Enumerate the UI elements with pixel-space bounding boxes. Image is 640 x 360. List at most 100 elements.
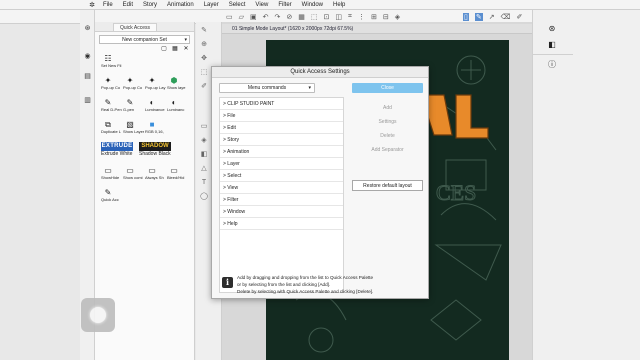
qa-item-popup-layer[interactable]: ✦ Pop-up Lay bbox=[145, 76, 167, 90]
qa-item-popup-color[interactable]: ✦ Pop-up Co bbox=[101, 76, 123, 90]
zoom-tool-icon[interactable]: ⊕ bbox=[199, 40, 209, 50]
grid-view-icon[interactable]: ▦ bbox=[171, 46, 179, 53]
remove-icon[interactable]: ✕ bbox=[182, 46, 190, 53]
perspective-icon[interactable]: ◈ bbox=[395, 13, 400, 21]
qa-item-show-hide[interactable]: ▭ ShowHide bbox=[101, 166, 123, 180]
pen-tool-icon[interactable]: ✎ bbox=[199, 26, 209, 36]
new-file-icon[interactable]: ▭ bbox=[226, 13, 233, 21]
command-row-help[interactable]: > Help bbox=[220, 218, 343, 230]
qa-item-shadow-black[interactable]: SHADOW Shadow Black bbox=[139, 142, 173, 157]
command-row-edit[interactable]: > Edit bbox=[220, 122, 343, 134]
move-tool-icon[interactable]: ✥ bbox=[199, 54, 209, 64]
fill-tool-icon[interactable]: ◈ bbox=[199, 136, 209, 146]
qa-item-show-layer-2[interactable]: ▧ Show Layer bbox=[123, 120, 145, 134]
menu-edit[interactable]: Edit bbox=[118, 0, 138, 10]
deselect-icon[interactable]: ⊡ bbox=[324, 13, 330, 21]
text-tool-icon[interactable]: T bbox=[199, 178, 209, 188]
qa-item-popup-color-2[interactable]: ✦ Pop-up Co bbox=[123, 76, 145, 90]
open-icon[interactable]: ▱ bbox=[239, 13, 244, 21]
qa-item-luminance-2[interactable]: ◐ Luminanc bbox=[167, 98, 189, 112]
menu-filter[interactable]: Filter bbox=[273, 0, 296, 10]
quick-access-set-name: New companion Set bbox=[122, 36, 167, 43]
command-row-view[interactable]: > View bbox=[220, 182, 343, 194]
floating-assist-button[interactable] bbox=[81, 298, 115, 332]
quick-access-tab[interactable]: Quick Access bbox=[113, 22, 158, 31]
sub-tool-icon[interactable]: ▤ bbox=[83, 72, 92, 81]
command-row-animation[interactable]: > Animation bbox=[220, 146, 343, 158]
eraser-icon[interactable]: ⌫ bbox=[501, 13, 511, 21]
quick-access-palette-icon[interactable]: ⊛ bbox=[83, 24, 92, 33]
redo-icon[interactable]: ↷ bbox=[275, 13, 281, 21]
command-list: > CLIP STUDIO PAINT > File > Edit > Stor… bbox=[219, 97, 344, 293]
command-row-clip-studio-paint[interactable]: > CLIP STUDIO PAINT bbox=[220, 98, 343, 110]
menu-select[interactable]: Select bbox=[224, 0, 251, 10]
transform-icon[interactable]: ⬚ bbox=[311, 13, 318, 21]
pen-pressure-icon[interactable]: ✎ bbox=[474, 13, 483, 21]
quick-access-set-select[interactable]: New companion Set ▾ bbox=[99, 35, 190, 44]
ruler-icon[interactable]: ⊞ bbox=[371, 13, 377, 21]
tablet-mode-icon[interactable]: ▯ bbox=[463, 13, 469, 21]
delete-button[interactable]: Delete bbox=[352, 132, 423, 141]
quick-access-tab-row: Quick Access bbox=[95, 22, 194, 32]
invert-icon[interactable]: ◫ bbox=[335, 13, 342, 21]
lasso-icon[interactable]: ↗ bbox=[489, 13, 495, 21]
menu-window[interactable]: Window bbox=[297, 0, 328, 10]
command-row-filter[interactable]: > Filter bbox=[220, 194, 343, 206]
qa-item-always-show[interactable]: ▭ Always Sh bbox=[145, 166, 167, 180]
menu-story[interactable]: Story bbox=[138, 0, 162, 10]
figure-tool-icon[interactable]: △ bbox=[199, 164, 209, 174]
gradient-tool-icon[interactable]: ◧ bbox=[199, 150, 209, 160]
clip-studio-logo-icon[interactable]: ✲ bbox=[86, 0, 98, 10]
add-separator-button[interactable]: Add Separator bbox=[352, 146, 423, 155]
brush-icon[interactable]: ✐ bbox=[517, 13, 523, 21]
info-icon[interactable]: ⓘ bbox=[547, 60, 557, 70]
qa-item-real-d-pen[interactable]: ✎ Real D-Pen bbox=[101, 98, 123, 112]
qa-item-bleed-hide[interactable]: ▭ Bleed/Hid bbox=[167, 166, 189, 180]
command-bar-icons: ▭ ▱ ▣ ↶ ↷ ⊘ ▦ ⬚ ⊡ ◫ ⌗ ⋮ ⊞ ⊟ ◈ bbox=[226, 12, 400, 22]
crop-icon[interactable]: ⌗ bbox=[348, 13, 352, 21]
canvas-document-tab[interactable]: 01 Simple Mode Layout* (1620 x 2000px 72… bbox=[222, 24, 532, 34]
grid-icon[interactable]: ⊟ bbox=[383, 13, 389, 21]
command-row-layer[interactable]: > Layer bbox=[220, 158, 343, 170]
layer-panel-icon[interactable]: ▥ bbox=[83, 96, 92, 105]
settings-icon[interactable]: ▢ bbox=[160, 46, 168, 53]
qa-item-luminance[interactable]: ◐ Luminance bbox=[145, 98, 167, 112]
qa-item-quick-access[interactable]: ✎ Quick Acc bbox=[101, 188, 123, 202]
fill-icon[interactable]: ▦ bbox=[298, 13, 305, 21]
menu-file[interactable]: File bbox=[98, 0, 118, 10]
clear-icon[interactable]: ⊘ bbox=[286, 13, 292, 21]
qa-item-show-comic[interactable]: ▭ Show comi bbox=[123, 166, 145, 180]
brush-tool-icon[interactable]: ✐ bbox=[199, 82, 209, 92]
layers-icon[interactable]: ◧ bbox=[547, 40, 557, 50]
color-circle-icon[interactable]: ◉ bbox=[83, 52, 92, 61]
qa-item-set-new-file[interactable]: ☷ Set New Fil bbox=[101, 54, 123, 68]
menu-help[interactable]: Help bbox=[328, 0, 350, 10]
add-button[interactable]: Add bbox=[352, 104, 423, 113]
command-category-select[interactable]: Menu commands ▾ bbox=[219, 83, 315, 93]
menu-layer[interactable]: Layer bbox=[199, 0, 224, 10]
eraser-tool-icon[interactable]: ▭ bbox=[199, 122, 209, 132]
qa-item-duplicate-layer[interactable]: ⧉ Duplicate L bbox=[101, 120, 123, 134]
select-tool-icon[interactable]: ⬚ bbox=[199, 68, 209, 78]
qa-item-g-pen[interactable]: ✎ G-pen bbox=[123, 98, 145, 112]
menu-animation[interactable]: Animation bbox=[162, 0, 199, 10]
command-row-story[interactable]: > Story bbox=[220, 134, 343, 146]
qa-item-extrude-white[interactable]: EXTRUDE Extrude White bbox=[101, 142, 135, 157]
close-button[interactable]: Close bbox=[352, 83, 423, 93]
info-icon: i bbox=[222, 277, 233, 288]
snap-icon[interactable]: ⋮ bbox=[358, 13, 365, 21]
frame-icon: ▭ bbox=[148, 166, 156, 175]
command-row-window[interactable]: > Window bbox=[220, 206, 343, 218]
qa-item-show-layer[interactable]: ⬢ Show laye bbox=[167, 76, 189, 90]
menu-view[interactable]: View bbox=[250, 0, 273, 10]
save-icon[interactable]: ▣ bbox=[250, 13, 257, 21]
qa-item-rgb-color[interactable]: ■ RGB 0,16, bbox=[145, 120, 167, 134]
balloon-tool-icon[interactable]: ◯ bbox=[199, 192, 209, 202]
command-row-select[interactable]: > Select bbox=[220, 170, 343, 182]
sync-icon[interactable]: ⊛ bbox=[547, 24, 557, 34]
svg-text:CES: CES bbox=[436, 180, 476, 205]
undo-icon[interactable]: ↶ bbox=[263, 13, 269, 21]
command-row-file[interactable]: > File bbox=[220, 110, 343, 122]
settings-button[interactable]: Settings bbox=[352, 118, 423, 127]
restore-default-layout-button[interactable]: Restore default layout bbox=[352, 180, 423, 191]
